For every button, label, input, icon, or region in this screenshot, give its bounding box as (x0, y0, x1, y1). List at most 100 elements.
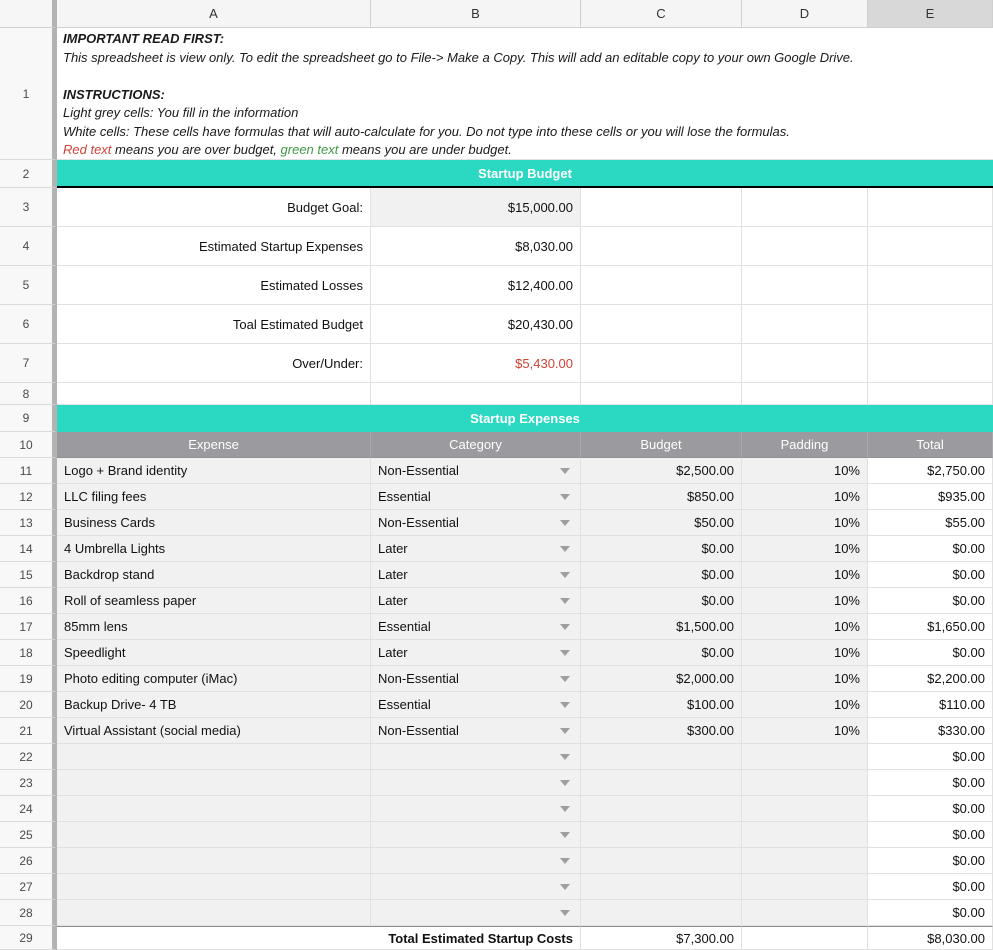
category-dropdown-cell-b26[interactable] (371, 848, 581, 874)
category-dropdown-cell-b11[interactable]: Non-Essential (371, 458, 581, 484)
cell-c7[interactable] (581, 344, 742, 383)
padding-cell-d24[interactable] (742, 796, 868, 822)
budget-cell-c27[interactable] (581, 874, 742, 900)
dropdown-arrow-icon[interactable] (560, 572, 570, 578)
cell-c6[interactable] (581, 305, 742, 344)
expenses-header-category[interactable]: Category (371, 432, 581, 458)
row-header-22[interactable]: 22 (0, 744, 57, 770)
category-dropdown-cell-b15[interactable]: Later (371, 562, 581, 588)
budget-cell-c13[interactable]: $50.00 (581, 510, 742, 536)
expense-name-cell-a16[interactable]: Roll of seamless paper (57, 588, 371, 614)
row-header-19[interactable]: 19 (0, 666, 57, 692)
cell-c8[interactable] (581, 383, 742, 405)
row-header-20[interactable]: 20 (0, 692, 57, 718)
category-dropdown-cell-b21[interactable]: Non-Essential (371, 718, 581, 744)
row-header-3[interactable]: 3 (0, 188, 57, 227)
row-header-4[interactable]: 4 (0, 227, 57, 266)
expenses-header-total[interactable]: Total (868, 432, 993, 458)
row-header-2[interactable]: 2 (0, 160, 57, 188)
expenses-header-expense[interactable]: Expense (57, 432, 371, 458)
row-header-29[interactable]: 29 (0, 926, 57, 950)
cell-d7[interactable] (742, 344, 868, 383)
expense-name-cell-a11[interactable]: Logo + Brand identity (57, 458, 371, 484)
row-header-23[interactable]: 23 (0, 770, 57, 796)
budget-cell-c16[interactable]: $0.00 (581, 588, 742, 614)
row-header-16[interactable]: 16 (0, 588, 57, 614)
budget-cell-c22[interactable] (581, 744, 742, 770)
total-cell-e19[interactable]: $2,200.00 (868, 666, 993, 692)
expense-name-cell-a20[interactable]: Backup Drive- 4 TB (57, 692, 371, 718)
padding-cell-d20[interactable]: 10% (742, 692, 868, 718)
dropdown-arrow-icon[interactable] (560, 676, 570, 682)
row-header-25[interactable]: 25 (0, 822, 57, 848)
budget-cell-c18[interactable]: $0.00 (581, 640, 742, 666)
budget-value-1[interactable]: $15,000.00 (371, 188, 581, 227)
budget-cell-c23[interactable] (581, 770, 742, 796)
total-cell-e22[interactable]: $0.00 (868, 744, 993, 770)
startup-budget-banner[interactable]: Startup Budget (57, 160, 993, 188)
expense-name-cell-a27[interactable] (57, 874, 371, 900)
budget-label-3[interactable]: Estimated Losses (57, 266, 371, 305)
cell-e8[interactable] (868, 383, 993, 405)
cell-b8[interactable] (371, 383, 581, 405)
padding-cell-d11[interactable]: 10% (742, 458, 868, 484)
total-budget-value[interactable]: $7,300.00 (581, 926, 742, 950)
row-header-15[interactable]: 15 (0, 562, 57, 588)
corner-cell[interactable] (0, 0, 57, 28)
category-dropdown-cell-b24[interactable] (371, 796, 581, 822)
column-header-c[interactable]: C (581, 0, 742, 28)
expense-name-cell-a19[interactable]: Photo editing computer (iMac) (57, 666, 371, 692)
cell-e4[interactable] (868, 227, 993, 266)
padding-cell-d28[interactable] (742, 900, 868, 926)
total-grand-value[interactable]: $8,030.00 (868, 926, 993, 950)
category-dropdown-cell-b14[interactable]: Later (371, 536, 581, 562)
expenses-header-budget[interactable]: Budget (581, 432, 742, 458)
category-dropdown-cell-b23[interactable] (371, 770, 581, 796)
budget-cell-c11[interactable]: $2,500.00 (581, 458, 742, 484)
dropdown-arrow-icon[interactable] (560, 832, 570, 838)
cell-d4[interactable] (742, 227, 868, 266)
expense-name-cell-a24[interactable] (57, 796, 371, 822)
budget-value-5[interactable]: $5,430.00 (371, 344, 581, 383)
cell-e5[interactable] (868, 266, 993, 305)
row-header-21[interactable]: 21 (0, 718, 57, 744)
dropdown-arrow-icon[interactable] (560, 754, 570, 760)
cell-d3[interactable] (742, 188, 868, 227)
budget-label-1[interactable]: Budget Goal: (57, 188, 371, 227)
dropdown-arrow-icon[interactable] (560, 468, 570, 474)
budget-cell-c25[interactable] (581, 822, 742, 848)
row-header-13[interactable]: 13 (0, 510, 57, 536)
category-dropdown-cell-b12[interactable]: Essential (371, 484, 581, 510)
category-dropdown-cell-b18[interactable]: Later (371, 640, 581, 666)
cell-c3[interactable] (581, 188, 742, 227)
category-dropdown-cell-b17[interactable]: Essential (371, 614, 581, 640)
dropdown-arrow-icon[interactable] (560, 520, 570, 526)
padding-cell-d22[interactable] (742, 744, 868, 770)
budget-cell-c26[interactable] (581, 848, 742, 874)
total-cell-e16[interactable]: $0.00 (868, 588, 993, 614)
total-cell-e12[interactable]: $935.00 (868, 484, 993, 510)
dropdown-arrow-icon[interactable] (560, 884, 570, 890)
expense-name-cell-a12[interactable]: LLC filing fees (57, 484, 371, 510)
row-header-24[interactable]: 24 (0, 796, 57, 822)
expense-name-cell-a21[interactable]: Virtual Assistant (social media) (57, 718, 371, 744)
dropdown-arrow-icon[interactable] (560, 858, 570, 864)
budget-cell-c15[interactable]: $0.00 (581, 562, 742, 588)
row-header-27[interactable]: 27 (0, 874, 57, 900)
padding-cell-d14[interactable]: 10% (742, 536, 868, 562)
budget-cell-c19[interactable]: $2,000.00 (581, 666, 742, 692)
budget-label-5[interactable]: Over/Under: (57, 344, 371, 383)
total-cell-e26[interactable]: $0.00 (868, 848, 993, 874)
row-header-17[interactable]: 17 (0, 614, 57, 640)
row-header-9[interactable]: 9 (0, 405, 57, 432)
padding-cell-d17[interactable]: 10% (742, 614, 868, 640)
budget-cell-c21[interactable]: $300.00 (581, 718, 742, 744)
total-cell-e20[interactable]: $110.00 (868, 692, 993, 718)
expense-name-cell-a17[interactable]: 85mm lens (57, 614, 371, 640)
row-header-7[interactable]: 7 (0, 344, 57, 383)
cell-e7[interactable] (868, 344, 993, 383)
cell-d8[interactable] (742, 383, 868, 405)
row-header-26[interactable]: 26 (0, 848, 57, 874)
dropdown-arrow-icon[interactable] (560, 806, 570, 812)
padding-cell-d21[interactable]: 10% (742, 718, 868, 744)
